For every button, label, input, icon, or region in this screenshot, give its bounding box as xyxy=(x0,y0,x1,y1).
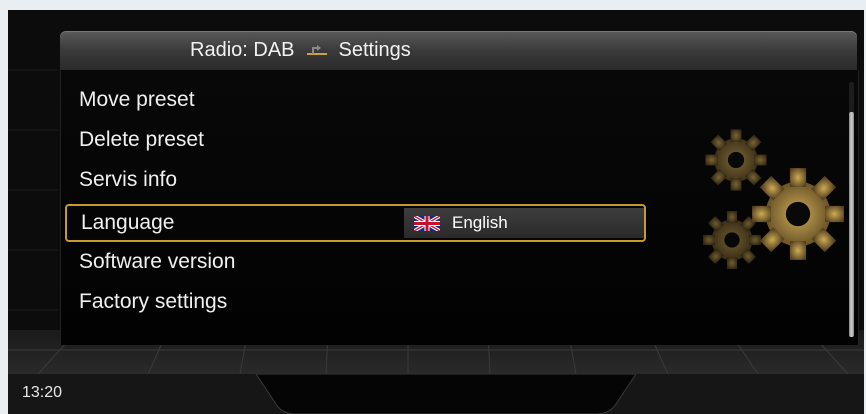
menu-item-label: Software version xyxy=(79,250,236,273)
menu-item-label: Move preset xyxy=(79,88,195,111)
language-value[interactable]: English xyxy=(404,208,644,238)
display-screen: Radio: DAB Settings Move preset Delete p… xyxy=(8,10,864,414)
uk-flag-icon xyxy=(414,215,440,231)
menu-item-delete-preset[interactable]: Delete preset xyxy=(65,122,645,158)
return-arrow-icon[interactable] xyxy=(305,44,329,58)
menu-item-label: Language xyxy=(81,211,175,234)
menu-item-factory-settings[interactable]: Factory settings xyxy=(65,284,645,320)
source-label[interactable]: Radio: DAB xyxy=(190,39,295,62)
scrollbar[interactable] xyxy=(849,82,854,337)
scrollbar-thumb[interactable] xyxy=(849,112,854,337)
language-value-text: English xyxy=(452,213,508,232)
menu-item-label: Servis info xyxy=(79,168,178,191)
clock: 13:20 xyxy=(22,384,63,401)
menu-item-software-version[interactable]: Software version xyxy=(65,244,645,280)
title-bar: Radio: DAB Settings xyxy=(60,31,857,70)
menu-item-label: Delete preset xyxy=(79,128,204,151)
menu-item-servis-info[interactable]: Servis info xyxy=(65,162,645,198)
menu-item-move-preset[interactable]: Move preset xyxy=(65,82,645,118)
page-title: Settings xyxy=(338,39,411,61)
center-tab-shape xyxy=(256,374,636,414)
breadcrumb: Radio: DAB Settings xyxy=(190,31,411,70)
gears-icon xyxy=(703,129,844,269)
menu-item-label: Factory settings xyxy=(79,290,228,313)
menu-item-language[interactable]: Language English xyxy=(65,204,646,242)
status-bar: 13:20 xyxy=(8,374,864,414)
